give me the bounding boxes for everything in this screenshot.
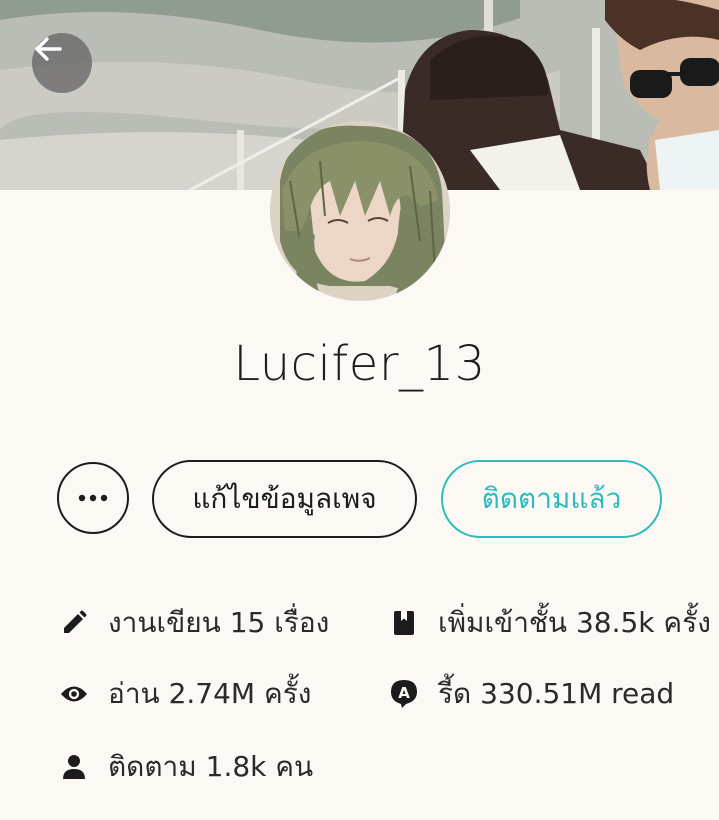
stat-followers: ติดตาม 1.8k คน [60, 747, 313, 787]
back-button[interactable] [32, 33, 92, 93]
stat-reads-text: อ่าน 2.74M ครั้ง [108, 677, 312, 710]
stat-shelf-text: เพิ่มเข้าชั้น 38.5k ครั้ง [438, 606, 711, 639]
username: Lucifer_13 [233, 336, 486, 392]
arrow-left-icon [35, 37, 62, 61]
stat-read-count: A รี้ด 330.51M read [390, 674, 674, 714]
stat-followers-text: ติดตาม 1.8k คน [108, 750, 314, 783]
stat-works-text: งานเขียน 15 เรื่อง [108, 606, 330, 639]
book-icon [390, 609, 418, 637]
pencil-icon [60, 609, 88, 637]
stat-shelf: เพิ่มเข้าชั้น 38.5k ครั้ง [390, 603, 711, 643]
following-button[interactable]: ติดตามแล้ว [441, 460, 662, 538]
svg-text:A: A [398, 684, 410, 702]
ellipsis-icon [78, 494, 108, 502]
profile-page: Lucifer_13 แก้ไขข้อมูลเพจ ติดตามแล้ว งาน… [0, 0, 719, 820]
eye-icon [60, 680, 88, 708]
avatar-illustration [270, 121, 450, 301]
person-icon [60, 753, 88, 781]
read-badge-icon: A [390, 680, 418, 708]
more-options-button[interactable] [57, 462, 129, 534]
stat-works: งานเขียน 15 เรื่อง [60, 603, 329, 643]
edit-page-button[interactable]: แก้ไขข้อมูลเพจ [152, 460, 417, 538]
stat-reads: อ่าน 2.74M ครั้ง [60, 674, 311, 714]
stat-read-count-text: รี้ด 330.51M read [438, 677, 675, 710]
avatar[interactable] [270, 121, 450, 301]
